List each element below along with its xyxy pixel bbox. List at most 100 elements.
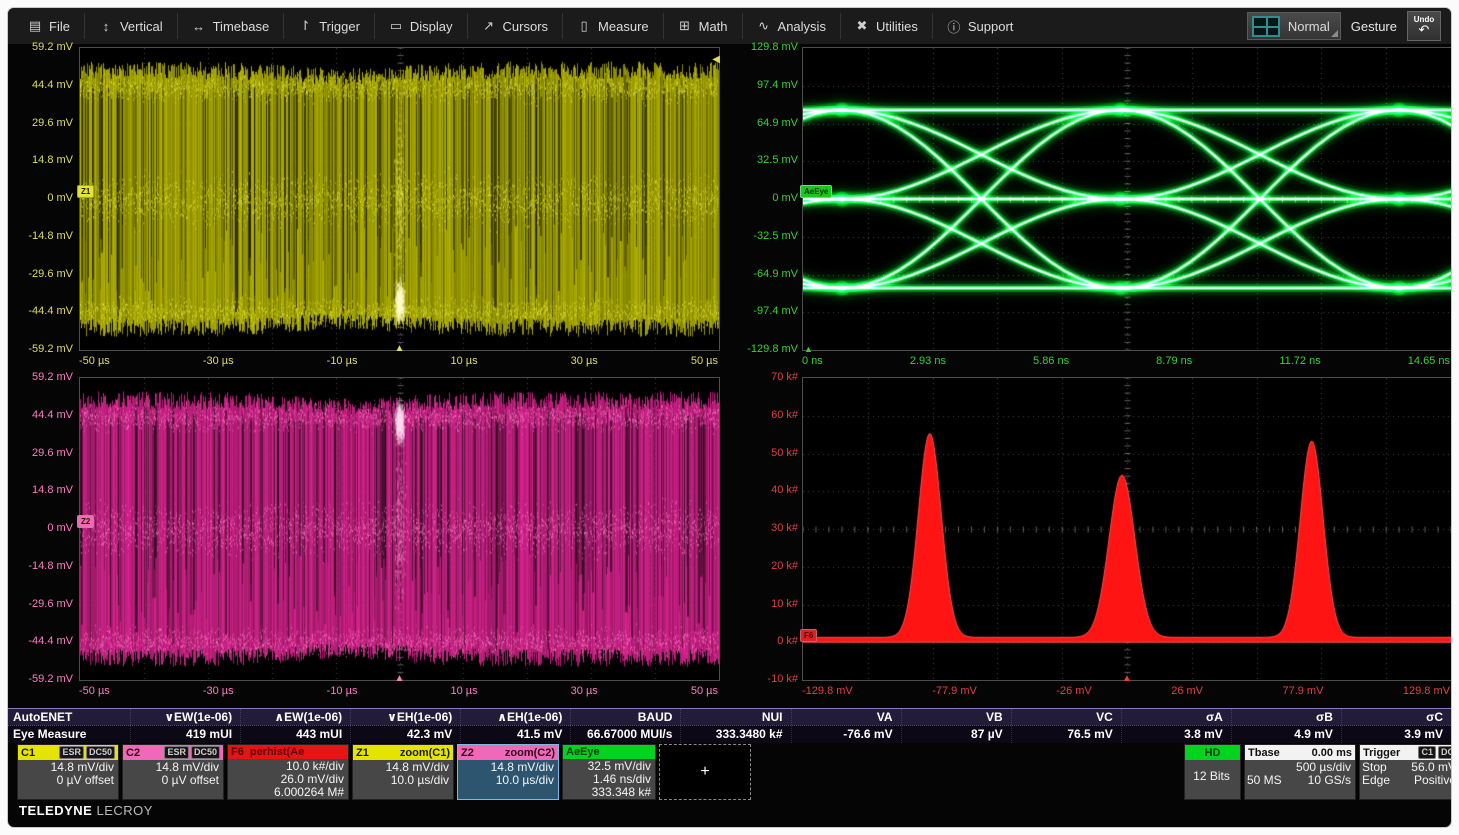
menu-utilities[interactable]: ✖Utilities [841,13,933,39]
f6-y-label-3: 40 k# [771,483,798,497]
trigger-slope: Positive [1414,774,1452,787]
measure-header: BAUD [570,709,680,725]
trace-descriptor-row: C1 ESRDC50 14.8 mV/div0 µV offset C2 ESR… [17,744,751,800]
add-trace-button[interactable]: + [659,744,751,800]
menu-timebase[interactable]: ↔Timebase [178,13,285,39]
measure-row-label: Eye Measure [8,726,130,743]
aeeye-origin-marker: ▲ [804,344,813,354]
display-layout-button[interactable]: Normal [1247,12,1341,40]
z1-y-label-6: -29.6 mV [28,267,73,281]
zoom-descriptor-z1[interactable]: Z1 zoom(C1) 14.8 mV/div10.0 µs/div [352,744,454,800]
menu-vertical[interactable]: ↕Vertical [85,13,178,39]
f6-y-label-4: 30 k# [771,521,798,535]
aeeye-zero-badge[interactable]: AeEye [800,185,832,198]
timebase-box[interactable]: Tbase 0.00 ms 500 µs/div 50 MS10 GS/s [1244,744,1356,800]
z2-hscale: 10.0 µs/div [460,774,554,787]
z2-y-label-3: 14.8 mV [32,483,73,497]
z1-trigger-time-marker[interactable]: ▲ [395,343,405,354]
z2-y-label-2: 29.6 mV [32,446,73,460]
aeeye-y-axis-labels: 129.8 mV97.4 mV64.9 mV32.5 mV0 mV-32.5 m… [732,40,798,356]
z2-y-label-5: -14.8 mV [28,559,73,573]
f6-histogram-canvas [803,378,1451,680]
z1-waveform-plot[interactable]: Z1 ◀ ▲ [79,47,720,351]
z1-y-axis-labels: 59.2 mV44.4 mV29.6 mV14.8 mV0 mV-14.8 mV… [9,40,73,356]
math-icon: ⊞ [678,18,692,34]
f6-zero-badge[interactable]: F6 [800,629,817,642]
undo-button[interactable]: Undo ↶ [1407,11,1441,41]
logo-lecroy: LECROY [96,803,152,818]
z2-waveform-canvas [80,378,719,680]
f6-histogram-plot[interactable]: F6 ▲ [802,377,1452,681]
aeeye-y-label-5: -32.5 mV [753,229,798,243]
measure-header: VB [901,709,1011,725]
trigger-coupling-badge: DC [1438,746,1452,759]
f6-x-label-5: 129.8 mV [1403,683,1450,699]
trigger-source-badge: C1 [1418,746,1436,759]
menu-bar: ▤File ↕Vertical ↔Timebase ↾Trigger ▭Disp… [8,8,1451,44]
channel-descriptor-c1[interactable]: C1 ESRDC50 14.8 mV/div0 µV offset [17,744,119,800]
f6-function: perhist(Ae [250,746,304,758]
f6-x-label-2: -26 mV [1056,683,1091,699]
z1-label: Z1 [356,747,369,759]
z2-trigger-time-marker[interactable]: ▲ [395,673,405,684]
z1-y-label-1: 44.4 mV [32,78,73,92]
z1-y-label-3: 14.8 mV [32,153,73,167]
menu-utilities-label: Utilities [876,19,918,34]
aeeye-label: AeEye [566,746,600,758]
z1-zero-badge[interactable]: Z1 [77,185,94,198]
aeeye-eye-diagram-plot[interactable]: AeEye ▲ [802,47,1452,351]
measure-header: ∨EW(1e-06) [130,709,240,725]
undo-arrow-icon: ↶ [1419,23,1430,36]
z2-x-label-3: 10 µs [450,683,477,699]
f6-trigger-marker[interactable]: ▲ [1122,673,1132,684]
z1-x-label-2: -10 µs [327,353,358,369]
aeeye-x-label-2: 5.86 ns [1033,353,1069,369]
tbase-delay: 0.00 ms [1312,747,1352,759]
menu-analysis[interactable]: ∿Analysis [743,13,841,39]
menu-display[interactable]: ▭Display [375,13,468,39]
zoom-descriptor-z2[interactable]: Z2 zoom(C2) 14.8 mV/div10.0 µs/div [457,744,559,800]
measure-header: VA [791,709,901,725]
eye-descriptor-aeeye[interactable]: AeEye 32.5 mV/div1.46 ns/div333.348 k# [562,744,656,800]
measure-header: σC [1341,709,1451,725]
f6-y-axis-labels: 70 k#60 k#50 k#40 k#30 k#20 k#10 k#0 k#-… [732,370,798,686]
menu-support[interactable]: ⓘ Support [933,13,1028,39]
vertical-icon: ↕ [99,19,113,34]
hd-mode-box[interactable]: HD 12 Bits [1184,744,1241,800]
aeeye-y-label-4: 0 mV [772,191,798,205]
c2-esr-badge: ESR [164,746,189,759]
acquisition-box-row: HD 12 Bits Tbase 0.00 ms 500 µs/div 50 M… [1184,744,1452,800]
z2-x-label-5: 50 µs [691,683,718,699]
aeeye-y-label-6: -64.9 mV [753,267,798,281]
measure-header: ∧EW(1e-06) [240,709,350,725]
z2-waveform-plot[interactable]: Z2 ▲ [79,377,720,681]
trigger-level-marker[interactable]: ◀ [712,54,720,65]
measure-table[interactable]: AutoENET ∨EW(1e-06) ∧EW(1e-06) ∨EH(1e-06… [8,708,1451,743]
channel-descriptor-c2[interactable]: C2 ESRDC50 14.8 mV/div0 µV offset [122,744,224,800]
menu-measure[interactable]: ▯Measure [563,13,664,39]
z2-y-axis-labels: 59.2 mV44.4 mV29.6 mV14.8 mV0 mV-14.8 mV… [9,370,73,686]
aeeye-y-label-1: 97.4 mV [757,78,798,92]
f6-y-label-1: 60 k# [771,408,798,422]
function-descriptor-f6[interactable]: F6 perhist(Ae 10.0 k#/div26.0 mV/div6.00… [227,744,349,800]
menu-math[interactable]: ⊞Math [664,13,743,39]
z2-zero-badge[interactable]: Z2 [77,515,94,528]
cursors-icon: ↗ [482,18,496,34]
z1-waveform-canvas [80,48,719,350]
trigger-icon: ↾ [298,18,312,34]
menu-cursors[interactable]: ↗Cursors [468,13,564,39]
aeeye-x-label-3: 8.79 ns [1156,353,1192,369]
measure-value: 443 mUI [240,726,350,743]
z1-x-label-1: -30 µs [203,353,234,369]
z1-source: zoom(C1) [400,747,450,759]
menu-trigger[interactable]: ↾Trigger [284,13,375,39]
measure-header: σA [1121,709,1231,725]
f6-x-label-3: 26 mV [1171,683,1203,699]
f6-y-label-0: 70 k# [771,370,798,384]
z1-hscale: 10.0 µs/div [355,774,449,787]
trigger-box[interactable]: Trigger C1DC Stop56.0 mV EdgePositive [1359,744,1452,800]
support-icon: ⓘ [947,17,961,36]
menu-support-label: Support [968,19,1014,34]
hd-label: HD [1205,747,1221,759]
menu-file[interactable]: ▤File [14,13,85,39]
